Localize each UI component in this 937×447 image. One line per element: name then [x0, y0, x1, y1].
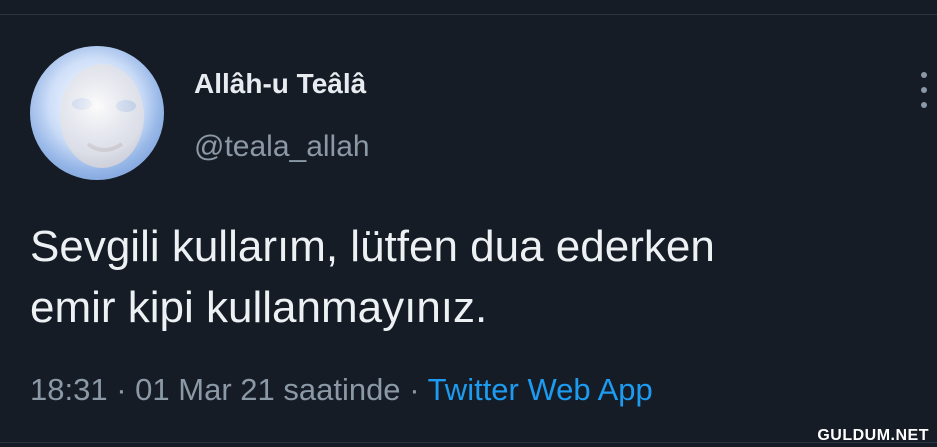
more-vertical-icon-dot	[921, 87, 927, 93]
tweet-text-line: emir kipi kullanmayınız.	[30, 283, 488, 332]
tweet-time[interactable]: 18:31	[30, 372, 108, 407]
avatar-image	[30, 46, 164, 180]
top-divider	[0, 14, 937, 15]
tweet-source-link[interactable]: Twitter Web App	[428, 372, 653, 407]
avatar[interactable]	[30, 46, 164, 180]
more-vertical-icon-dot	[921, 102, 927, 108]
meta-separator: ·	[116, 372, 127, 407]
display-name[interactable]: Allâh-u Teâlâ	[194, 66, 366, 102]
watermark: GULDUM.NET	[817, 427, 929, 444]
more-vertical-icon	[921, 72, 927, 78]
tweet-date[interactable]: 01 Mar 21 saatinde	[135, 372, 400, 407]
meta-separator: ·	[409, 372, 420, 407]
tweet-metadata: 18:31 · 01 Mar 21 saatinde · Twitter Web…	[30, 368, 653, 412]
tweet-text-line: Sevgili kullarım, lütfen dua ederken	[30, 222, 715, 271]
bottom-divider	[0, 442, 937, 443]
more-options-button[interactable]	[912, 72, 936, 108]
tweet-text: Sevgili kullarım, lütfen dua ederken emi…	[30, 216, 910, 338]
user-handle[interactable]: @teala_allah	[194, 128, 370, 166]
